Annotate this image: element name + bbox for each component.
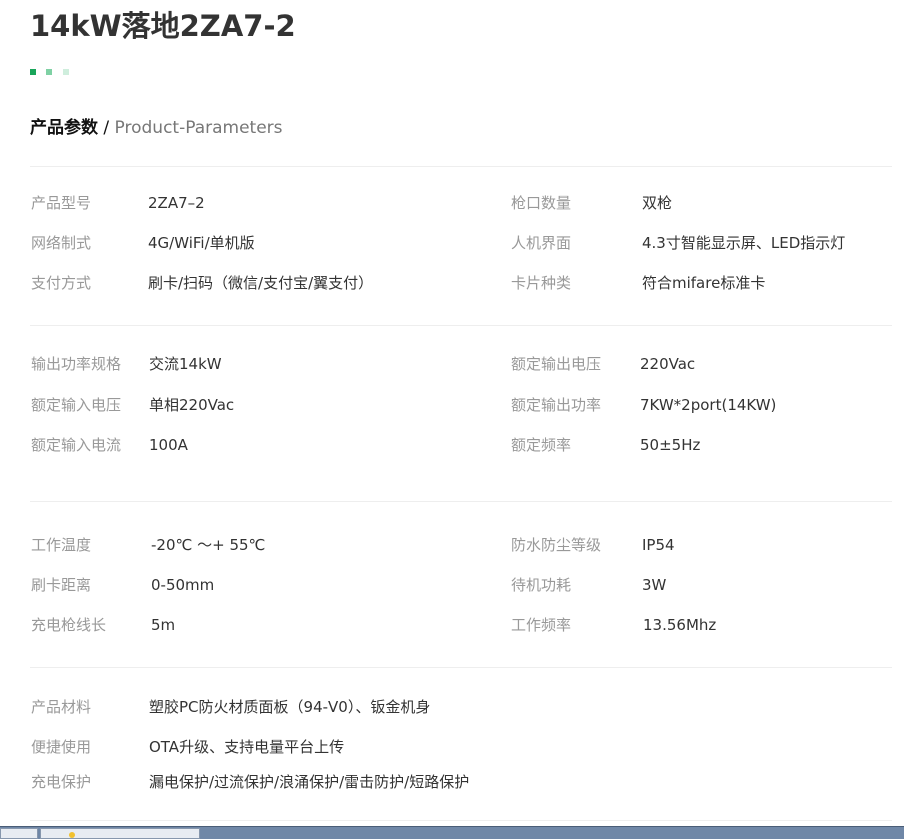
spec-value: 漏电保护/过流保护/浪涌保护/雷击防护/短路保护 — [149, 773, 470, 791]
spec-value: 4G/WiFi/单机版 — [148, 234, 255, 252]
spec-label: 待机功耗 — [511, 576, 572, 594]
spec-row: 工作温度 -20℃ ～+ 55℃ 防水防尘等级 IP54 — [0, 534, 904, 556]
spec-label: 产品型号 — [31, 194, 92, 212]
spec-value: -20℃ ～+ 55℃ — [151, 536, 266, 554]
spec-label: 网络制式 — [31, 234, 92, 252]
spec-value: 50±5Hz — [640, 436, 701, 454]
spec-label: 防水防尘等级 — [511, 536, 602, 554]
accent-dot-3 — [63, 69, 69, 75]
spec-value: 交流14kW — [149, 355, 222, 373]
spec-value: 7KW*2port(14KW) — [640, 396, 777, 414]
taskbar — [0, 826, 904, 839]
spec-value: 单相220Vac — [149, 396, 235, 414]
spec-value: 2ZA7–2 — [148, 194, 205, 212]
spec-label: 产品材料 — [31, 698, 92, 716]
spec-row: 充电枪线长 5m 工作频率 13.56Mhz — [0, 614, 904, 636]
accent-dot-1 — [30, 69, 36, 75]
spec-value: 13.56Mhz — [643, 616, 717, 634]
spec-value: OTA升级、支持电量平台上传 — [149, 738, 345, 756]
spec-label: 卡片种类 — [511, 274, 572, 292]
spec-row: 产品型号 2ZA7–2 枪口数量 双枪 — [0, 192, 904, 214]
spec-label: 刷卡距离 — [31, 576, 92, 594]
section-heading-zh: 产品参数 — [30, 118, 98, 138]
section-heading-en: Product-Parameters — [114, 118, 283, 138]
spec-row: 网络制式 4G/WiFi/单机版 人机界面 4.3寸智能显示屏、LED指示灯 — [0, 232, 904, 254]
spec-row: 支付方式 刷卡/扫码（微信/支付宝/翼支付） 卡片种类 符合mifare标准卡 — [0, 272, 904, 294]
spec-label: 额定输入电流 — [31, 436, 122, 454]
spec-label: 支付方式 — [31, 274, 92, 292]
spec-value: 5m — [151, 616, 176, 634]
spec-value: 符合mifare标准卡 — [642, 274, 766, 292]
taskbar-window-button[interactable] — [40, 828, 200, 839]
spec-value: 刷卡/扫码（微信/支付宝/翼支付） — [148, 274, 374, 292]
spec-label: 额定输出功率 — [511, 396, 602, 414]
spec-label: 额定输出电压 — [511, 355, 602, 373]
spec-value: 100A — [149, 436, 188, 454]
spec-label: 便捷使用 — [31, 738, 92, 756]
spec-label: 额定输入电压 — [31, 396, 122, 414]
spec-label: 工作温度 — [31, 536, 92, 554]
spec-value: 塑胶PC防火材质面板（94-V0）、钣金机身 — [149, 698, 431, 716]
spec-value: 0-50mm — [151, 576, 215, 594]
spec-value: IP54 — [642, 536, 675, 554]
folder-icon — [69, 832, 75, 838]
spec-label: 额定频率 — [511, 436, 572, 454]
spec-row: 输出功率规格 交流14kW 额定输出电压 220Vac — [0, 353, 904, 375]
spec-value: 双枪 — [642, 194, 673, 212]
spec-label: 充电枪线长 — [31, 616, 107, 634]
spec-row: 额定输入电压 单相220Vac 额定输出功率 7KW*2port(14KW) — [0, 394, 904, 416]
section-heading-separator: / — [98, 118, 115, 138]
divider — [30, 325, 892, 326]
spec-label: 充电保护 — [31, 773, 92, 791]
spec-row: 充电保护 漏电保护/过流保护/浪涌保护/雷击防护/短路保护 — [0, 771, 904, 793]
page-title: 14kW落地2ZA7-2 — [30, 9, 296, 43]
spec-row: 产品材料 塑胶PC防火材质面板（94-V0）、钣金机身 — [0, 696, 904, 718]
spec-value: 220Vac — [640, 355, 696, 373]
spec-row: 刷卡距离 0-50mm 待机功耗 3W — [0, 574, 904, 596]
spec-label: 输出功率规格 — [31, 355, 122, 373]
divider — [30, 820, 892, 821]
divider — [30, 667, 892, 668]
spec-label: 枪口数量 — [511, 194, 572, 212]
accent-dot-2 — [46, 69, 52, 75]
spec-value: 4.3寸智能显示屏、LED指示灯 — [642, 234, 846, 252]
divider — [30, 166, 892, 167]
section-heading: 产品参数 / Product-Parameters — [30, 116, 283, 140]
spec-row: 便捷使用 OTA升级、支持电量平台上传 — [0, 736, 904, 758]
spec-label: 工作频率 — [511, 616, 572, 634]
spec-label: 人机界面 — [511, 234, 572, 252]
taskbar-start-button[interactable] — [0, 828, 38, 839]
spec-row: 额定输入电流 100A 额定频率 50±5Hz — [0, 434, 904, 456]
spec-value: 3W — [642, 576, 667, 594]
divider — [30, 501, 892, 502]
